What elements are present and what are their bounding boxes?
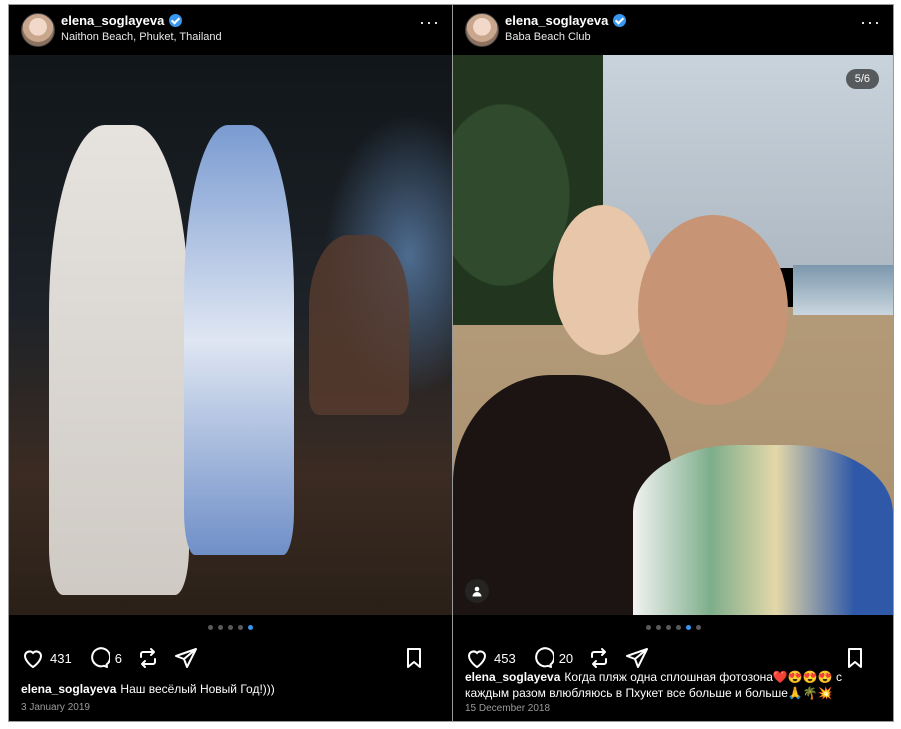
comment-icon[interactable] bbox=[86, 646, 110, 670]
carousel-dot bbox=[645, 625, 651, 630]
carousel-dot bbox=[228, 625, 233, 630]
location-link[interactable]: Baba Beach Club bbox=[505, 31, 591, 43]
post-header: elena_soglayeva Naithon Beach, Phuket, T… bbox=[9, 5, 452, 55]
repost-icon[interactable] bbox=[587, 646, 611, 670]
post-photo[interactable] bbox=[9, 55, 452, 615]
photo-sea bbox=[793, 265, 893, 315]
carousel-dot bbox=[695, 625, 701, 630]
carousel-dot-active bbox=[248, 625, 253, 630]
like-heart-icon[interactable] bbox=[21, 646, 45, 670]
caption-username[interactable]: elena_soglayeva bbox=[21, 682, 116, 696]
more-options-icon[interactable]: ··· bbox=[419, 13, 440, 31]
post-caption: elena_soglayeva Наш весёлый Новый Год!))) bbox=[21, 681, 440, 697]
carousel-dot bbox=[238, 625, 243, 630]
user-tag-icon bbox=[472, 586, 482, 597]
user-avatar[interactable] bbox=[21, 13, 55, 47]
share-send-icon[interactable] bbox=[625, 646, 649, 670]
photo-man-face bbox=[638, 215, 788, 405]
post-header: elena_soglayeva Baba Beach Club ··· bbox=[453, 5, 893, 55]
carousel-dot bbox=[208, 625, 213, 630]
bookmark-icon[interactable] bbox=[402, 646, 426, 670]
post-date: 3 January 2019 bbox=[21, 702, 90, 713]
comment-icon[interactable] bbox=[530, 646, 554, 670]
like-count: 453 bbox=[494, 650, 516, 666]
post-date: 15 December 2018 bbox=[465, 703, 551, 714]
photo-man-figure bbox=[49, 125, 189, 595]
action-bar: 431 6 bbox=[21, 640, 440, 676]
carousel-dot bbox=[675, 625, 681, 630]
post-caption: elena_soglayeva Когда пляж одна сплошная … bbox=[465, 669, 881, 701]
caption-text: Наш весёлый Новый Год!))) bbox=[120, 682, 275, 696]
carousel-dots bbox=[453, 625, 893, 630]
location-link[interactable]: Naithon Beach, Phuket, Thailand bbox=[61, 31, 222, 43]
carousel-dot-active bbox=[685, 625, 691, 630]
carousel-dots bbox=[9, 625, 452, 630]
carousel-dot bbox=[655, 625, 661, 630]
username[interactable]: elena_soglayeva bbox=[61, 13, 164, 28]
verified-badge-icon bbox=[169, 14, 183, 27]
like-heart-icon[interactable] bbox=[465, 646, 489, 670]
like-count: 431 bbox=[50, 650, 72, 666]
comment-count: 6 bbox=[114, 650, 122, 666]
username[interactable]: elena_soglayeva bbox=[505, 13, 608, 28]
photo-background-people bbox=[309, 235, 409, 415]
tagged-users-button[interactable] bbox=[465, 579, 489, 603]
repost-icon[interactable] bbox=[136, 646, 160, 670]
bookmark-icon[interactable] bbox=[843, 646, 867, 670]
post-photo[interactable]: 5/6 bbox=[453, 55, 893, 615]
user-avatar[interactable] bbox=[465, 13, 499, 47]
verified-badge-icon bbox=[613, 14, 627, 27]
carousel-dot bbox=[665, 625, 671, 630]
photo-woman-face bbox=[553, 205, 653, 355]
carousel-dot bbox=[218, 625, 223, 630]
image-counter-badge: 5/6 bbox=[845, 69, 879, 89]
comment-count: 20 bbox=[558, 650, 574, 666]
caption-username[interactable]: elena_soglayeva bbox=[465, 670, 560, 684]
photo-woman-figure bbox=[184, 125, 294, 555]
instagram-post-left: elena_soglayeva Naithon Beach, Phuket, T… bbox=[8, 4, 453, 722]
more-options-icon[interactable]: ··· bbox=[860, 13, 881, 31]
instagram-post-right: elena_soglayeva Baba Beach Club ··· 5/6 … bbox=[452, 4, 894, 722]
photo-man-body bbox=[633, 445, 893, 615]
share-send-icon[interactable] bbox=[174, 646, 198, 670]
